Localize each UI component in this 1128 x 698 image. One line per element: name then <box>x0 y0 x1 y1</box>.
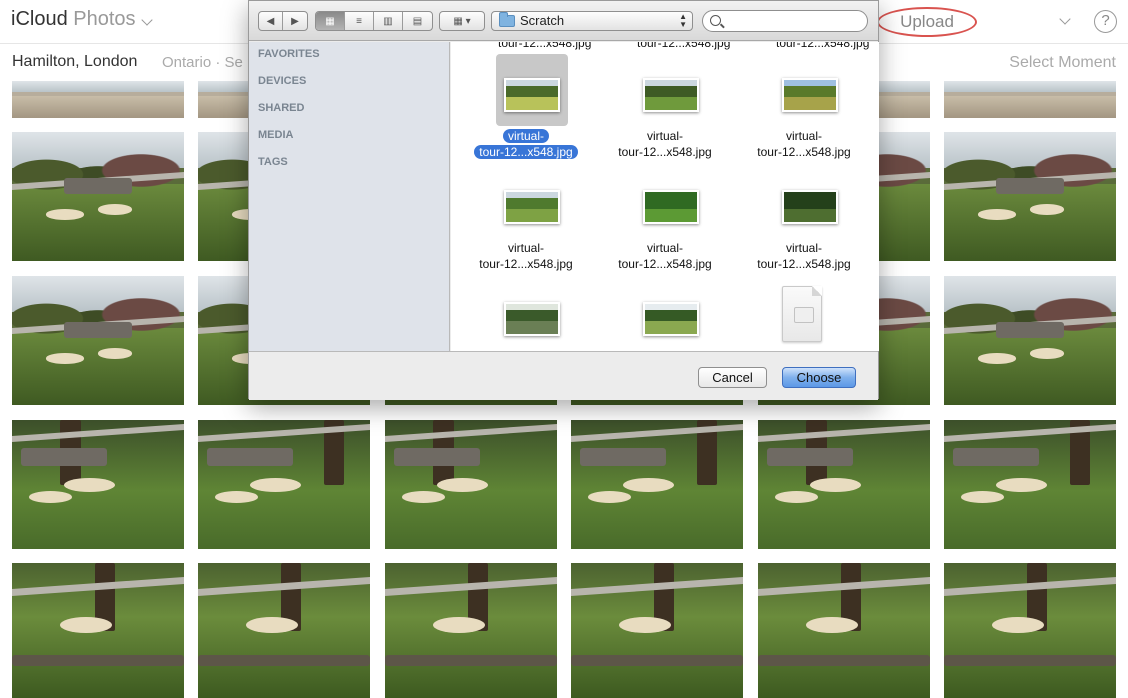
file-thumbnail <box>635 166 707 238</box>
file-thumbnail <box>496 166 568 238</box>
photo-thumbnail[interactable] <box>944 81 1116 118</box>
select-moment-button[interactable]: Select Moment <box>1009 54 1116 72</box>
coverflow-view-button[interactable]: ▤ <box>403 12 432 30</box>
file-thumbnail <box>635 278 707 350</box>
choose-button[interactable]: Choose <box>782 367 856 388</box>
file-chooser-dialog: ◀ ▶ ▦ ≡ ▥ ▤ ▦ ▾ Scratch ▲ ▼ FAVORITES DE… <box>248 0 879 400</box>
location-label: Scratch <box>520 13 565 28</box>
dialog-sidebar: FAVORITES DEVICES SHARED MEDIA TAGS <box>249 42 450 351</box>
file-thumbnail <box>496 278 568 350</box>
dialog-button-bar: Cancel Choose <box>249 351 878 400</box>
back-button[interactable]: ◀ <box>259 12 284 30</box>
photo-thumbnail[interactable] <box>571 420 743 549</box>
search-field[interactable] <box>702 10 868 32</box>
photo-thumbnail[interactable] <box>385 420 557 549</box>
file-item[interactable]: virtual-tour-12...x548.jpg <box>735 154 873 271</box>
chevron-down-icon[interactable] <box>1059 13 1071 25</box>
file-thumbnail <box>774 166 846 238</box>
image-thumbnail <box>643 190 699 224</box>
location-popup[interactable]: Scratch ▲ ▼ <box>491 11 693 31</box>
sidebar-section-tags[interactable]: TAGS <box>258 156 288 168</box>
help-button[interactable]: ? <box>1094 10 1117 33</box>
sidebar-section-devices[interactable]: DEVICES <box>258 75 306 87</box>
file-thumbnail <box>635 54 707 126</box>
folder-icon <box>499 12 515 27</box>
image-thumbnail <box>782 78 838 112</box>
search-input[interactable] <box>725 13 863 29</box>
icon-view-button[interactable]: ▦ <box>316 12 345 30</box>
photo-thumbnail[interactable] <box>571 563 743 698</box>
upload-button[interactable]: Upload <box>877 7 977 37</box>
cancel-button[interactable]: Cancel <box>698 367 767 388</box>
view-mode-group: ▦ ≡ ▥ ▤ <box>315 11 433 31</box>
photo-thumbnail[interactable] <box>944 563 1116 698</box>
image-thumbnail <box>504 302 560 336</box>
photo-thumbnail[interactable] <box>12 276 184 405</box>
file-item[interactable]: virtual-tour-12...x548.jpg <box>596 42 734 159</box>
photo-thumbnail[interactable] <box>12 563 184 698</box>
photo-thumbnail[interactable] <box>944 420 1116 549</box>
image-thumbnail <box>504 190 560 224</box>
sidebar-section-media[interactable]: MEDIA <box>258 129 293 141</box>
brand-icloud: iCloud <box>11 8 68 30</box>
popup-arrows-icon: ▲ ▼ <box>679 12 687 29</box>
icloud-photos-app: iCloud Photos Upload ? Hamilton, London … <box>0 0 1128 698</box>
dialog-toolbar: ◀ ▶ ▦ ≡ ▥ ▤ ▦ ▾ Scratch ▲ ▼ <box>249 1 878 41</box>
search-icon <box>710 15 721 26</box>
brand-photos: Photos <box>73 8 136 30</box>
file-item[interactable] <box>457 266 595 351</box>
file-thumbnail <box>774 54 846 126</box>
photo-thumbnail[interactable] <box>12 420 184 549</box>
moment-sublocation: Ontario · Se <box>162 54 243 71</box>
photo-thumbnail[interactable] <box>758 420 930 549</box>
file-item[interactable] <box>735 266 873 351</box>
photo-thumbnail[interactable] <box>198 420 370 549</box>
sidebar-section-favorites[interactable]: FAVORITES <box>258 48 320 60</box>
arrange-menu: ▦ ▾ <box>439 11 485 31</box>
file-browser: tour-12...x548.jpg tour-12...x548.jpg to… <box>451 42 879 351</box>
image-thumbnail <box>504 78 560 112</box>
photo-thumbnail[interactable] <box>758 563 930 698</box>
chevron-down-icon[interactable] <box>141 14 153 26</box>
forward-button[interactable]: ▶ <box>283 12 307 30</box>
image-thumbnail <box>643 302 699 336</box>
photo-thumbnail[interactable] <box>12 132 184 261</box>
image-thumbnail <box>782 190 838 224</box>
app-switcher[interactable]: iCloud Photos <box>11 8 136 31</box>
file-item[interactable]: virtual-tour-12...x548.jpg <box>735 42 873 159</box>
photo-thumbnail[interactable] <box>12 81 184 118</box>
photo-thumbnail[interactable] <box>944 276 1116 405</box>
file-item[interactable]: virtual-tour-12...x548.jpg <box>457 42 595 159</box>
file-thumbnail <box>496 54 568 126</box>
file-item[interactable]: virtual-tour-12...x548.jpg <box>457 154 595 271</box>
column-view-button[interactable]: ▥ <box>374 12 403 30</box>
file-item[interactable] <box>596 266 734 351</box>
arrange-button[interactable]: ▦ ▾ <box>440 12 484 30</box>
generic-document-icon <box>782 286 822 342</box>
file-item[interactable]: virtual-tour-12...x548.jpg <box>596 154 734 271</box>
history-nav: ◀ ▶ <box>258 11 308 31</box>
photo-thumbnail[interactable] <box>944 132 1116 261</box>
list-view-button[interactable]: ≡ <box>345 12 374 30</box>
photo-thumbnail[interactable] <box>385 563 557 698</box>
photo-thumbnail[interactable] <box>198 563 370 698</box>
image-thumbnail <box>643 78 699 112</box>
moment-location[interactable]: Hamilton, London <box>12 53 137 71</box>
sidebar-section-shared[interactable]: SHARED <box>258 102 304 114</box>
